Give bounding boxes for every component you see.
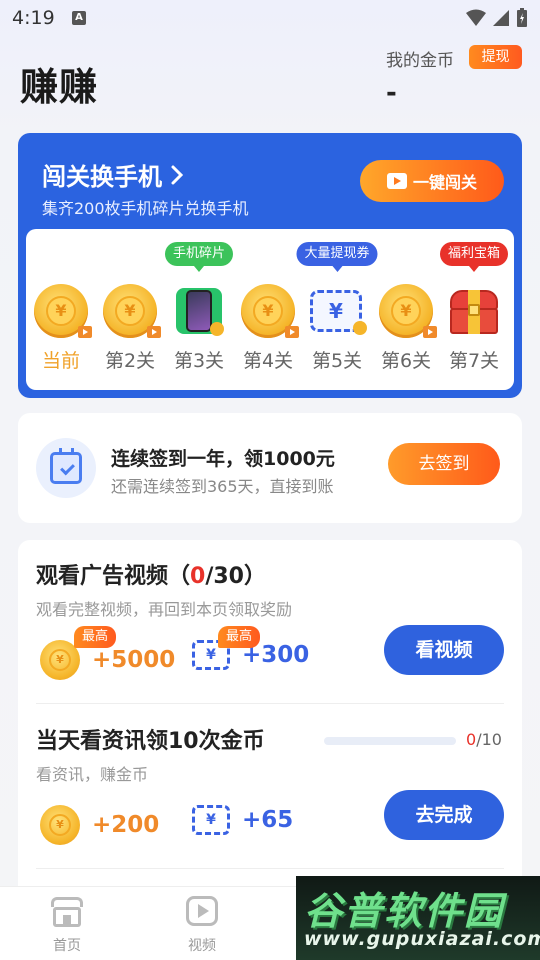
watermark: 谷普软件园 www.gupuxiazai.com	[296, 876, 540, 960]
status-bar: 4:19 A	[0, 0, 540, 36]
stage-4[interactable]: ¥ 第4关	[238, 229, 299, 390]
stage-label: 当前	[41, 350, 80, 372]
nav-label: 首页	[53, 938, 81, 954]
status-time: 4:19	[12, 7, 55, 29]
stage-5[interactable]: 大量提现券 ¥ 第5关	[296, 229, 378, 390]
ticket-reward-amount: +65	[242, 807, 294, 833]
stage-tag: 福利宝箱	[439, 242, 509, 266]
coin-reward-amount: +5000	[92, 647, 176, 673]
sign-in-card: 连续签到一年，领1000元 还需连续签到365天，直接到账 去签到	[18, 413, 522, 523]
chevron-right-icon	[171, 165, 184, 184]
news-progress-text: 0/10	[466, 730, 502, 749]
coin-reward-amount: +200	[92, 812, 160, 838]
coins-value: -	[386, 78, 397, 108]
notification-icon: A	[72, 11, 86, 25]
stage-1[interactable]: ¥ 当前	[31, 229, 92, 390]
one-key-pass-button[interactable]: 一键闯关	[360, 160, 504, 202]
divider	[36, 703, 504, 704]
page-title: 赚赚	[20, 65, 99, 109]
coin-reward: ¥ +200	[40, 805, 159, 845]
withdraw-button[interactable]: 提现	[469, 45, 522, 69]
stage-track: ¥ 当前 ¥ 第2关 手机碎片 第3关 ¥ 第4关 大量提现券 ¥ 第5关 ¥ …	[26, 229, 514, 390]
tasks-card: 观看广告视频（0/30） 观看完整视频，再回到本页领取奖励 ¥ +5000 最高…	[18, 540, 522, 900]
stage-label: 第3关	[173, 350, 225, 372]
play-icon	[386, 173, 407, 189]
sign-in-subtitle: 还需连续签到365天，直接到账	[111, 477, 334, 496]
stage-6[interactable]: ¥ 第6关	[376, 229, 437, 390]
phone-fragment-icon	[172, 284, 226, 338]
stage-label: 第2关	[104, 350, 156, 372]
battery-icon	[517, 8, 527, 27]
watch-ads-subtitle: 观看完整视频，再回到本页领取奖励	[36, 600, 293, 619]
treasure-chest-icon	[447, 284, 501, 338]
coin-video-icon: ¥	[103, 284, 161, 338]
read-news-subtitle: 看资讯，赚金币	[36, 765, 149, 784]
coin-icon: ¥	[40, 805, 80, 845]
coin-video-icon: ¥	[34, 284, 92, 338]
level-card-title-row[interactable]: 闯关换手机	[42, 157, 184, 192]
nav-item-home[interactable]: 首页	[27, 893, 107, 955]
read-news-title: 当天看资讯领10次金币	[36, 729, 265, 754]
stage-3[interactable]: 手机碎片 第3关	[164, 229, 234, 390]
stage-7[interactable]: 福利宝箱 第7关	[439, 229, 509, 390]
complete-task-button[interactable]: 去完成	[384, 790, 504, 840]
ticket-reward: ¥ +65	[192, 805, 293, 835]
stage-label: 第7关	[448, 350, 500, 372]
watch-ads-count: 0	[190, 564, 206, 589]
home-icon	[49, 893, 85, 929]
stage-label: 第6关	[380, 350, 432, 372]
max-badge: 最高	[218, 626, 261, 648]
watch-video-button[interactable]: 看视频	[384, 625, 504, 675]
level-card-subtitle: 集齐200枚手机碎片兑换手机	[42, 199, 249, 218]
signal-icon	[493, 10, 509, 26]
sign-in-title: 连续签到一年，领1000元	[111, 448, 335, 470]
stage-label: 第5关	[311, 350, 363, 372]
nav-item-video[interactable]: 视频	[162, 893, 242, 955]
stage-2[interactable]: ¥ 第2关	[100, 229, 161, 390]
nav-label: 视频	[188, 938, 216, 954]
stage-tag: 手机碎片	[164, 242, 234, 266]
ticket-icon: ¥	[192, 805, 230, 835]
calendar-check-icon	[36, 438, 96, 498]
level-challenge-card[interactable]: 闯关换手机 集齐200枚手机碎片兑换手机 一键闯关 ¥ 当前 ¥ 第2关 手机碎…	[18, 133, 522, 398]
sign-in-button[interactable]: 去签到	[388, 443, 500, 485]
coin-video-icon: ¥	[241, 284, 299, 338]
my-coins-label: 我的金币	[386, 51, 454, 71]
news-progress-bar	[324, 737, 456, 745]
wifi-icon	[466, 9, 486, 26]
watermark-url: www.gupuxiazai.com	[304, 928, 540, 950]
watch-ads-title: 观看广告视频（0/30）	[36, 564, 266, 589]
stage-label: 第4关	[242, 350, 294, 372]
watermark-logo: 谷普软件园	[304, 889, 505, 933]
status-icons	[466, 8, 528, 28]
one-key-pass-label: 一键闯关	[412, 173, 477, 192]
video-icon	[184, 893, 220, 929]
divider	[36, 868, 504, 869]
max-badge: 最高	[74, 626, 117, 648]
withdraw-ticket-icon: ¥	[310, 284, 367, 338]
stage-tag: 大量提现券	[296, 242, 378, 266]
coin-video-icon: ¥	[379, 284, 437, 338]
level-card-title: 闯关换手机	[42, 163, 162, 191]
